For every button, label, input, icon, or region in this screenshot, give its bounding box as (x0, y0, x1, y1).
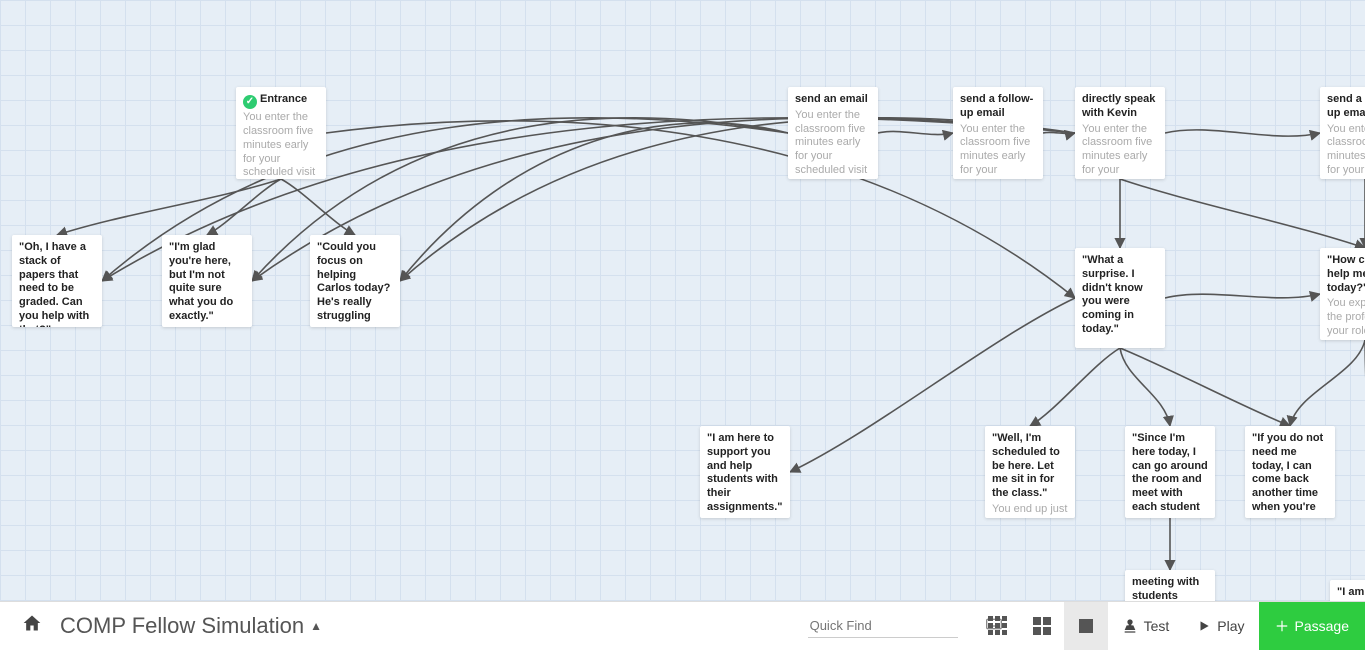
passage-title: directly speak with Kevin (1082, 93, 1158, 121)
passage-title: "I am here to support you and help stude… (707, 432, 783, 515)
edge (1165, 294, 1320, 298)
passage-node[interactable]: "I am here to support you and help stude… (700, 426, 790, 518)
toolbar: COMP Fellow Simulation ▲ Test Play Passa… (0, 601, 1365, 649)
edge (1290, 340, 1365, 426)
passage-title: meeting with students (1132, 576, 1208, 601)
passage-node[interactable]: send an email You enter the classroom fiv… (788, 87, 878, 179)
passage-node[interactable]: meeting with studentsYou begin to (1125, 570, 1215, 601)
home-icon[interactable] (12, 613, 52, 639)
project-title: COMP Fellow Simulation (60, 613, 304, 639)
passage-node[interactable]: "Well, I'm scheduled to be here. Let me … (985, 426, 1075, 518)
passage-excerpt: You explain to the professor your role (1327, 297, 1365, 338)
edge (1165, 130, 1320, 136)
edge (207, 179, 281, 235)
passage-node[interactable]: "I am here to help you (1330, 580, 1365, 601)
passage-excerpt: You end up just (992, 503, 1068, 517)
test-button[interactable]: Test (1108, 602, 1184, 650)
start-badge-icon: ✓ (243, 95, 257, 109)
passage-node[interactable]: "What a surprise. I didn't know you were… (1075, 248, 1165, 348)
view-large[interactable] (1064, 602, 1108, 650)
edge (1120, 348, 1290, 426)
passage-excerpt: You enter the classroom five minutes ear… (1082, 123, 1158, 178)
passage-title: "Well, I'm scheduled to be here. Let me … (992, 432, 1068, 501)
passage-node[interactable]: "If you do not need me today, I can come… (1245, 426, 1335, 518)
passage-node[interactable]: "How can I help me out today?"You explai… (1320, 248, 1365, 340)
passage-title: "Since I'm here today, I can go around t… (1132, 432, 1208, 515)
view-small-grid[interactable] (976, 602, 1020, 650)
passage-title: "Oh, I have a stack of papers that need … (19, 241, 95, 327)
view-medium-grid[interactable] (1020, 602, 1064, 650)
passage-excerpt: You enter the classroom five minutes ear… (795, 109, 871, 178)
quick-find-input[interactable] (810, 618, 986, 633)
passage-title: send a follow-up email (1327, 93, 1365, 121)
story-canvas[interactable]: ✓Entrance You enter the classroom five mi… (0, 0, 1365, 601)
passage-title: ✓Entrance (243, 93, 319, 109)
passage-node[interactable]: "Since I'm here today, I can go around t… (1125, 426, 1215, 518)
edge (57, 179, 281, 235)
add-passage-button[interactable]: Passage (1259, 602, 1365, 650)
edge (1030, 348, 1120, 426)
passage-title: "Could you focus on helping Carlos today… (317, 241, 393, 324)
passage-title: "What a surprise. I didn't know you were… (1082, 254, 1158, 337)
edge (1120, 179, 1365, 248)
passage-excerpt: You enter the classroom five minutes ear… (243, 111, 319, 179)
passage-node[interactable]: "Oh, I have a stack of papers that need … (12, 235, 102, 327)
passage-node[interactable]: ✓Entrance You enter the classroom five mi… (236, 87, 326, 179)
passage-title: "How can I help me out today?" (1327, 254, 1365, 295)
passage-node[interactable]: send a follow-up emailYou enter the clas… (953, 87, 1043, 179)
caret-up-icon: ▲ (310, 619, 322, 633)
passage-title: send a follow-up email (960, 93, 1036, 121)
passage-title: "If you do not need me today, I can come… (1252, 432, 1328, 515)
passage-node[interactable]: "I'm glad you're here, but I'm not quite… (162, 235, 252, 327)
passage-node[interactable]: send a follow-up emailYou enter the clas… (1320, 87, 1365, 179)
quick-find[interactable] (808, 613, 958, 638)
project-title-menu[interactable]: COMP Fellow Simulation ▲ (52, 613, 330, 639)
edge (1120, 348, 1170, 426)
passage-title: send an email (795, 93, 871, 107)
edge (400, 123, 788, 281)
play-button[interactable]: Play (1183, 602, 1258, 650)
edge (1043, 132, 1075, 133)
passage-excerpt: You enter the classroom five minutes ear… (1327, 123, 1365, 178)
passage-title: "I am here to help you (1337, 586, 1365, 601)
edge (878, 131, 953, 134)
edge (281, 179, 355, 235)
passage-node[interactable]: "Could you focus on helping Carlos today… (310, 235, 400, 327)
passage-title: "I'm glad you're here, but I'm not quite… (169, 241, 245, 324)
passage-excerpt: You enter the classroom five minutes ear… (960, 123, 1036, 178)
passage-node[interactable]: directly speak with KevinYou enter the c… (1075, 87, 1165, 179)
